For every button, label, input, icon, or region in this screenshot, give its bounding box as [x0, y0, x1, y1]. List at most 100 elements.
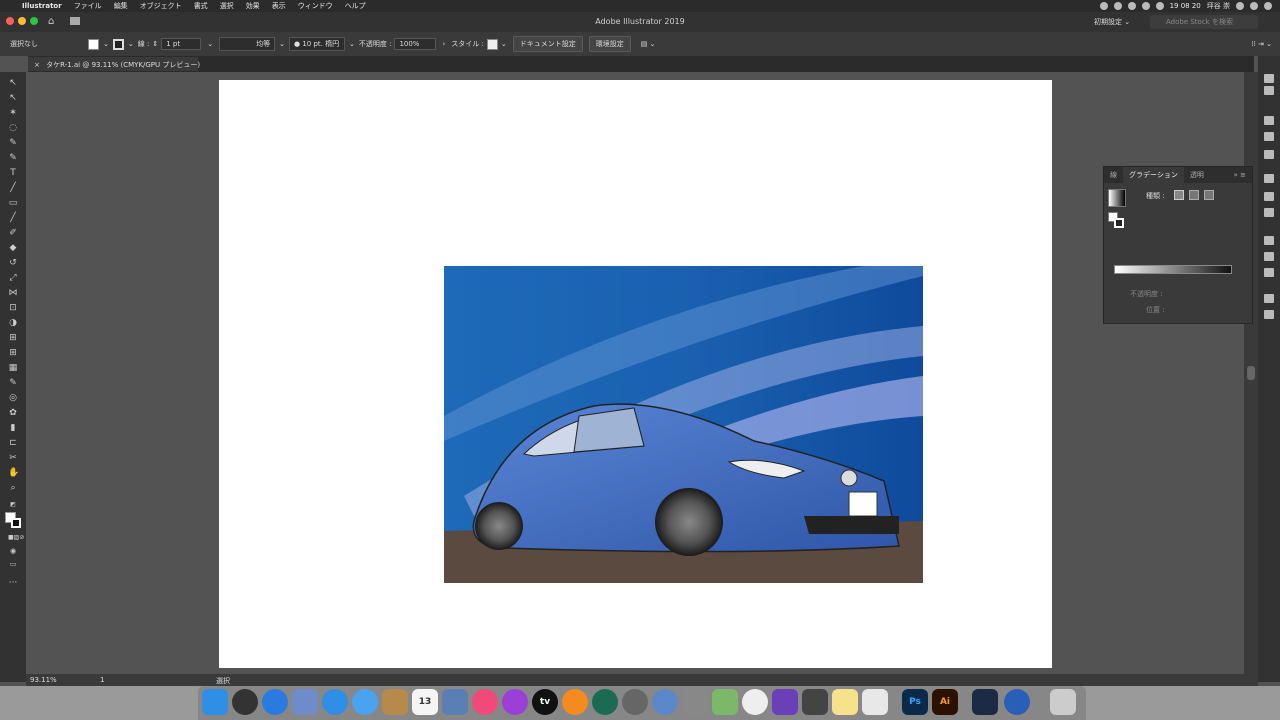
preview-icon[interactable]: [292, 689, 318, 715]
slice-tool-icon[interactable]: ✂: [8, 453, 18, 463]
perspective-grid-tool-icon[interactable]: ⊞: [8, 333, 18, 343]
variable-width-profile[interactable]: 均等: [219, 37, 276, 51]
gradient-panel-icon[interactable]: [1264, 192, 1274, 201]
tab-gradient[interactable]: グラデーション: [1123, 167, 1184, 183]
gradient-preview[interactable]: [1108, 189, 1126, 207]
edit-toolbar-icon[interactable]: ···: [8, 578, 18, 588]
shield-app-icon[interactable]: [972, 689, 998, 715]
shape-builder-tool-icon[interactable]: ◑: [8, 318, 18, 328]
menu-type[interactable]: 書式: [188, 1, 214, 11]
eraser-tool-icon[interactable]: ◆: [8, 243, 18, 253]
stroke-weight-field[interactable]: 1 pt: [161, 38, 202, 50]
stroke-swatch[interactable]: [112, 38, 124, 50]
status-icon[interactable]: [1113, 2, 1122, 10]
calendar-icon[interactable]: 13: [412, 689, 438, 715]
siri-menubar-icon[interactable]: [1250, 2, 1258, 10]
paintbrush-tool-icon[interactable]: ╱: [8, 213, 18, 223]
zoom-tool-icon[interactable]: ⌕: [8, 483, 18, 493]
launchpad-icon[interactable]: [262, 689, 288, 715]
menu-object[interactable]: オブジェクト: [134, 1, 188, 11]
menu-effect[interactable]: 効果: [240, 1, 266, 11]
eyedropper-tool-icon[interactable]: ✎: [8, 378, 18, 388]
gradient-slider[interactable]: [1114, 265, 1232, 274]
notes-brown-icon[interactable]: [382, 689, 408, 715]
line-tool-icon[interactable]: ╱: [8, 183, 18, 193]
close-tab-icon[interactable]: ×: [34, 61, 40, 69]
photos-app-icon[interactable]: [442, 689, 468, 715]
appletv-icon[interactable]: tv: [532, 689, 558, 715]
brush-definition[interactable]: ● 10 pt. 楕円: [288, 37, 345, 51]
asset-export-icon[interactable]: [1264, 268, 1274, 277]
chevron-down-icon[interactable]: ⌄: [501, 40, 507, 48]
layers-icon[interactable]: [1264, 294, 1274, 303]
blend-tool-icon[interactable]: ◎: [8, 393, 18, 403]
illustrator-icon[interactable]: Ai: [932, 689, 958, 715]
tab-transparency[interactable]: 透明: [1184, 170, 1210, 180]
current-tool-status[interactable]: 選択: [216, 676, 230, 686]
rotate-tool-icon[interactable]: ↺: [8, 258, 18, 268]
symbol-sprayer-tool-icon[interactable]: ✿: [8, 408, 18, 418]
finder-icon[interactable]: [202, 689, 228, 715]
document-tab[interactable]: × タケR-1.ai @ 93.11% (CMYK/GPU プレビュー): [28, 57, 200, 71]
tab-stroke[interactable]: 線: [1104, 170, 1123, 180]
radial-gradient-icon[interactable]: [1189, 190, 1199, 200]
chevron-down-icon[interactable]: ⌄: [349, 40, 355, 48]
swatches-icon[interactable]: [1264, 150, 1274, 159]
lasso-tool-icon[interactable]: ◌: [8, 123, 18, 133]
menu-window[interactable]: ウィンドウ: [292, 1, 339, 11]
wifi-icon[interactable]: [1141, 2, 1150, 10]
draw-mode-icon[interactable]: ◉: [8, 546, 18, 556]
linear-gradient-icon[interactable]: [1174, 190, 1184, 200]
default-colors-icon[interactable]: ◩ ⇆: [8, 500, 18, 518]
menu-edit[interactable]: 編集: [108, 1, 134, 11]
scripts-icon[interactable]: [682, 689, 708, 715]
pen-tool-icon[interactable]: ✎: [8, 138, 18, 148]
direct-selection-tool-icon[interactable]: ↖: [8, 93, 18, 103]
gradient-tool-icon[interactable]: ▦: [8, 363, 18, 373]
system-preferences-icon[interactable]: [622, 689, 648, 715]
keychain-icon[interactable]: [802, 689, 828, 715]
chevron-down-icon[interactable]: ⌄: [103, 40, 109, 48]
stock-search-input[interactable]: Adobe Stock を検索: [1150, 15, 1258, 29]
color-mode-icon[interactable]: ■▨⊘: [8, 533, 24, 543]
notification-center-icon[interactable]: [1264, 2, 1272, 10]
screen-mode-icon[interactable]: ▭: [8, 559, 18, 569]
menu-file[interactable]: ファイル: [68, 1, 108, 11]
photos-icon[interactable]: [742, 689, 768, 715]
hand-tool-icon[interactable]: ✋: [8, 468, 19, 478]
network-icon[interactable]: [652, 689, 678, 715]
stroke-color-icon[interactable]: [11, 518, 21, 528]
messages-icon[interactable]: [352, 689, 378, 715]
stroke-box[interactable]: [1114, 218, 1124, 228]
scale-tool-icon[interactable]: ⤢: [8, 273, 18, 283]
safari-icon[interactable]: [322, 689, 348, 715]
books-icon[interactable]: [562, 689, 588, 715]
selection-tool-icon[interactable]: ↖: [8, 78, 18, 88]
stickies-icon[interactable]: [832, 689, 858, 715]
scroll-thumb[interactable]: [1247, 366, 1255, 380]
libraries-icon[interactable]: [1264, 116, 1274, 125]
siri-icon[interactable]: [232, 689, 258, 715]
menubar-user[interactable]: 坪谷 崇: [1207, 1, 1230, 11]
menu-help[interactable]: ヘルプ: [339, 1, 372, 11]
photoshop-icon[interactable]: Ps: [902, 689, 928, 715]
menubar-clock[interactable]: 19 08 20: [1170, 2, 1201, 10]
type-tool-icon[interactable]: T: [8, 168, 18, 178]
shaper-tool-icon[interactable]: ✐: [8, 228, 18, 238]
transparency-panel-icon[interactable]: [1264, 208, 1274, 217]
stepper-icon[interactable]: ⇕: [152, 40, 158, 48]
free-transform-tool-icon[interactable]: ⊡: [8, 303, 18, 313]
panel-options-icon[interactable]: ⁞⁞ ⇥ ⌄: [1251, 40, 1272, 48]
menu-view[interactable]: 表示: [266, 1, 292, 11]
clock-icon[interactable]: [592, 689, 618, 715]
itunes-icon[interactable]: [472, 689, 498, 715]
podcasts-icon[interactable]: [502, 689, 528, 715]
column-graph-tool-icon[interactable]: ▮: [8, 423, 18, 433]
artboard-tool-icon[interactable]: ⊏: [8, 438, 18, 448]
trash-icon[interactable]: [1050, 689, 1076, 715]
graphic-style-swatch[interactable]: [486, 38, 498, 50]
fill-swatch[interactable]: [88, 38, 99, 50]
magic-wand-tool-icon[interactable]: ✶: [8, 108, 18, 118]
spotlight-icon[interactable]: [1236, 2, 1244, 10]
workspace-switcher[interactable]: 初期設定 ⌄: [1094, 17, 1130, 27]
